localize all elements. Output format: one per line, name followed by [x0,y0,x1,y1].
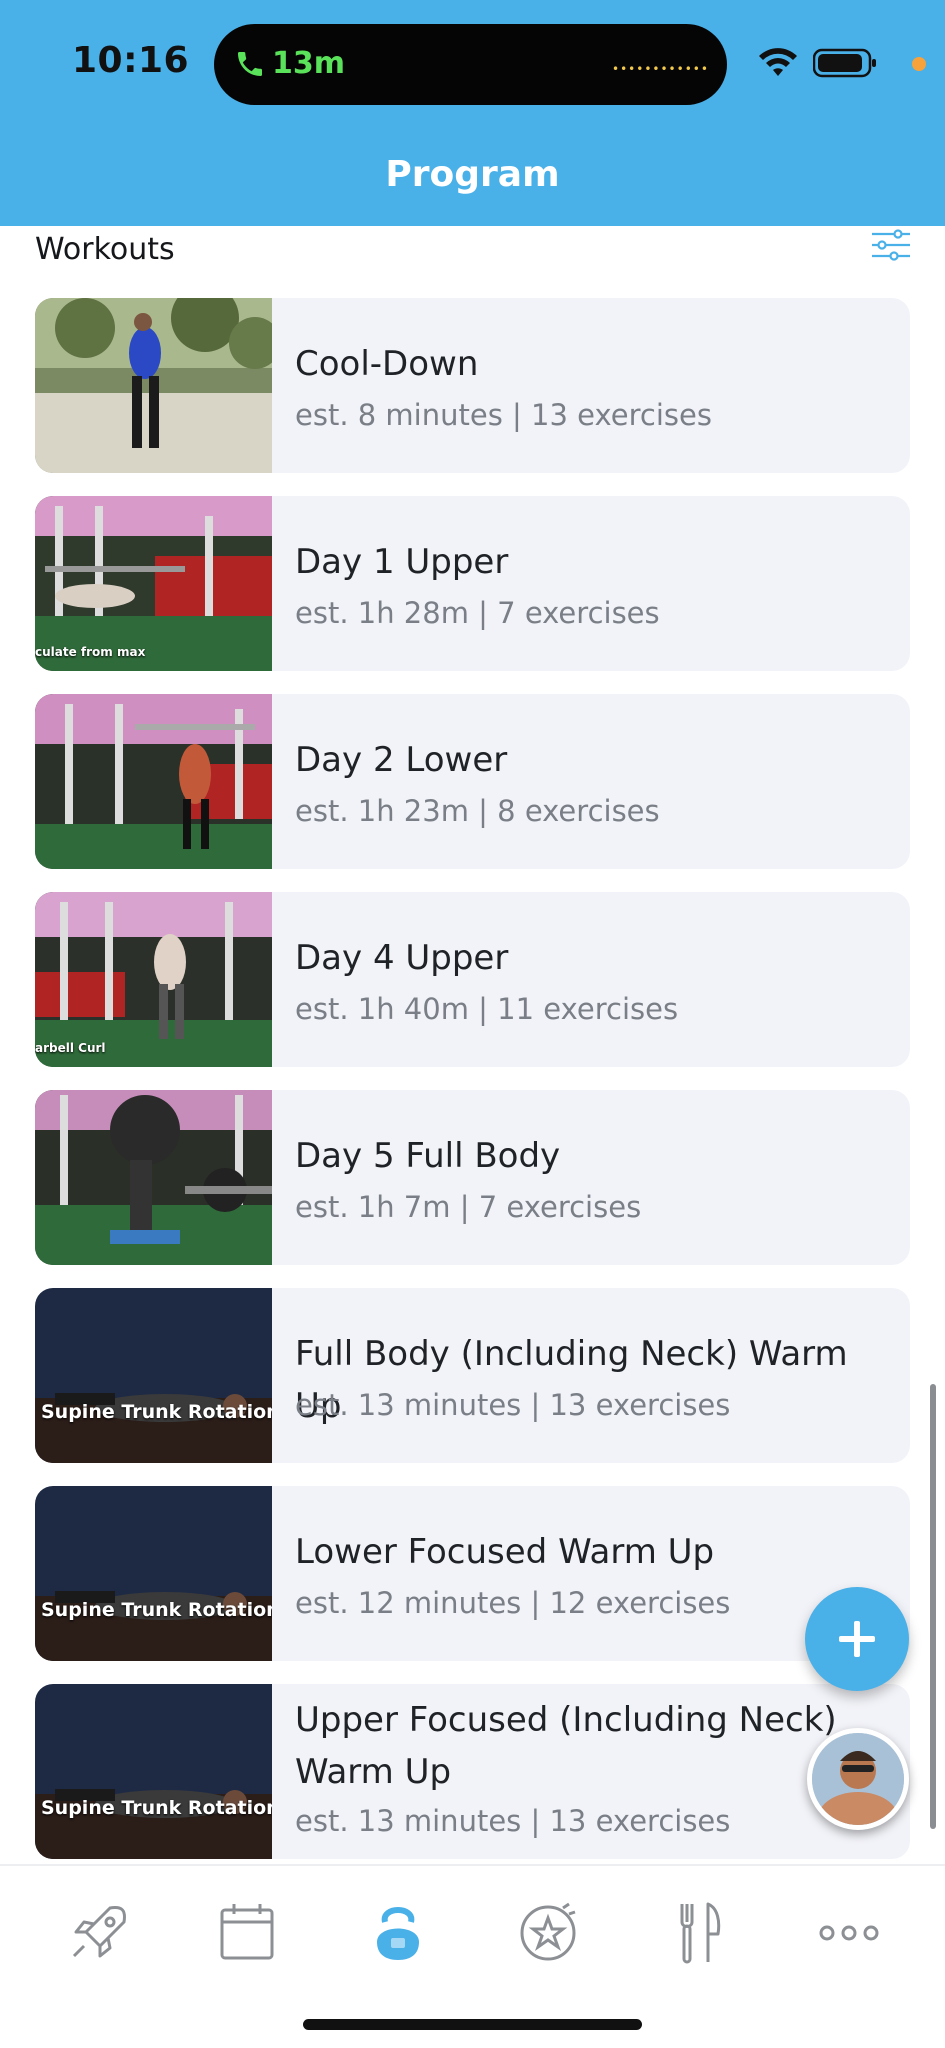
section-label: Workouts [35,232,175,267]
workout-title: Day 5 Full Body [295,1136,561,1176]
workout-title: Day 1 Upper [295,542,509,582]
thumbnail-caption: Supine Trunk Rotations [41,1797,272,1819]
dynamic-island[interactable]: 13m •••••••••••• [214,24,727,105]
workout-meta: est. 1h 23m | 8 exercises [295,794,660,828]
phone-icon [238,52,262,76]
workout-card-upper-focused-warm-up[interactable]: Supine Trunk Rotations Upper Focused (In… [35,1684,910,1859]
home-indicator[interactable] [303,2019,642,2030]
workout-thumbnail [35,298,272,473]
call-duration: 13m [272,46,346,81]
workout-thumbnail: culate from max [35,496,272,671]
workout-card-day-4-upper[interactable]: arbell Curl Day 4 Upper est. 1h 40m | 11… [35,892,910,1067]
thumbnail-caption: Supine Trunk Rotations [41,1401,272,1423]
workout-thumbnail: Supine Trunk Rotations [35,1684,272,1859]
workout-thumbnail [35,694,272,869]
workout-title: Day 4 Upper [295,938,509,978]
battery-icon [813,48,876,78]
plus-icon [839,1621,875,1657]
workout-thumbnail: arbell Curl [35,892,272,1067]
status-time: 10:16 [72,40,190,81]
workout-thumbnail: Supine Trunk Rotations [35,1288,272,1463]
rocket-icon[interactable] [64,1898,134,1968]
workout-meta: est. 1h 28m | 7 exercises [295,596,660,630]
workout-card-day-2-lower[interactable]: Day 2 Lower est. 1h 23m | 8 exercises [35,694,910,869]
workout-card-day-5-full-body[interactable]: Day 5 Full Body est. 1h 7m | 7 exercises [35,1090,910,1265]
workout-meta: est. 12 minutes | 12 exercises [295,1586,731,1620]
thumbnail-overlay-text: arbell Curl [35,1041,106,1055]
coach-avatar[interactable] [807,1728,909,1830]
workout-title: Upper Focused (Including Neck) Warm Up [295,1700,837,1792]
workout-card-full-body-warm-up[interactable]: Supine Trunk Rotations Full Body (Includ… [35,1288,910,1463]
workout-card-lower-focused-warm-up[interactable]: Supine Trunk Rotations Lower Focused War… [35,1486,910,1661]
workout-title: Cool-Down [295,344,479,384]
header: 10:16 13m •••••••••••• Program [0,0,945,226]
star-badge-icon[interactable] [513,1898,583,1968]
fork-knife-icon[interactable] [664,1898,734,1968]
workout-card-day-1-upper[interactable]: culate from max Day 1 Upper est. 1h 28m … [35,496,910,671]
workout-thumbnail: Supine Trunk Rotations [35,1486,272,1661]
thumbnail-overlay-text: culate from max [35,645,146,659]
calendar-icon[interactable] [212,1898,282,1968]
privacy-indicator [912,57,926,71]
kettlebell-icon[interactable] [363,1898,433,1968]
workout-title: Lower Focused Warm Up [295,1532,715,1572]
page-title: Program [385,154,560,195]
workout-meta: est. 13 minutes | 13 exercises [295,1804,731,1838]
workout-meta: est. 1h 40m | 11 exercises [295,992,679,1026]
filter-icon[interactable] [870,228,912,262]
wifi-icon [759,48,797,76]
scrollbar[interactable] [930,1384,936,1829]
workout-title: Day 2 Lower [295,740,508,780]
workout-thumbnail [35,1090,272,1265]
thumbnail-caption: Supine Trunk Rotations [41,1599,272,1621]
more-dots-icon[interactable] [814,1898,884,1968]
workout-card-cool-down[interactable]: Cool-Down est. 8 minutes | 13 exercises [35,298,910,473]
workout-meta: est. 1h 7m | 7 exercises [295,1190,642,1224]
add-workout-button[interactable] [805,1587,909,1691]
workout-meta: est. 8 minutes | 13 exercises [295,398,712,432]
workout-meta: est. 13 minutes | 13 exercises [295,1388,731,1422]
audio-waveform-icon: •••••••••••• [612,62,709,76]
